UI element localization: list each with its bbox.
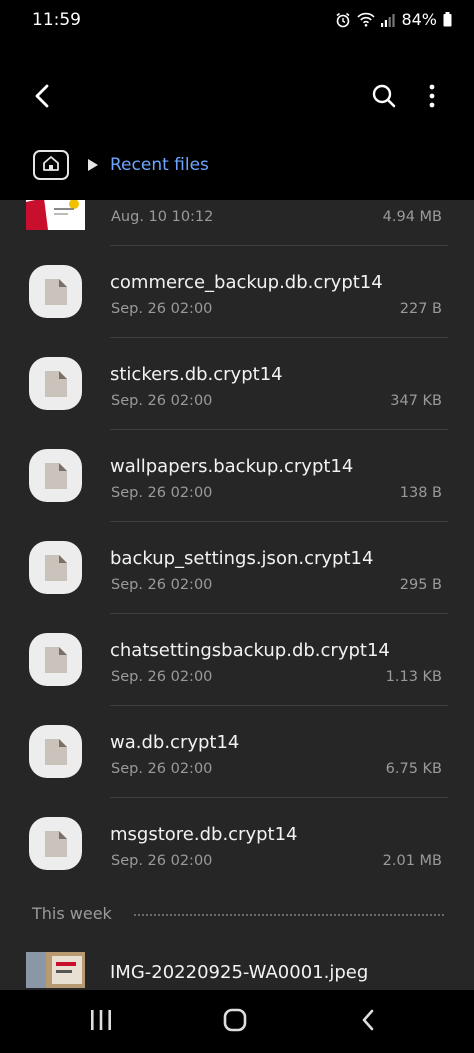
wifi-icon [357, 12, 376, 27]
status-icons: 84% [335, 10, 452, 29]
list-item[interactable]: stickers.db.crypt14 Sep. 26 02:00 347 KB [0, 338, 474, 430]
home-button[interactable] [213, 1002, 257, 1042]
file-date: Sep. 26 02:00 [111, 485, 213, 501]
list-item[interactable]: backup_settings.json.crypt14 Sep. 26 02:… [0, 522, 474, 614]
status-bar: 11:59 84% [0, 0, 474, 44]
more-options-button[interactable] [412, 78, 452, 118]
section-header: This week [0, 900, 474, 930]
file-list[interactable]: Aug. 10 10:12 4.94 MB commerce_backup.db… [0, 200, 474, 990]
file-size: 347 KB [390, 393, 442, 409]
home-circle-icon [223, 1008, 247, 1036]
file-name: commerce_backup.db.crypt14 [110, 272, 383, 293]
file-size: 227 B [399, 301, 442, 317]
section-divider [134, 914, 444, 916]
file-icon [29, 449, 82, 502]
navigation-bar [0, 990, 474, 1053]
more-vert-icon [428, 84, 436, 112]
list-item[interactable]: Aug. 10 10:12 4.94 MB [0, 200, 474, 246]
alarm-icon [335, 12, 351, 28]
file-name: chatsettingsbackup.db.crypt14 [110, 640, 390, 661]
file-date: Sep. 26 02:00 [111, 761, 213, 777]
file-size: 295 B [399, 577, 442, 593]
file-size: 2.01 MB [382, 853, 442, 869]
search-button[interactable] [364, 78, 404, 118]
file-name: wallpapers.backup.crypt14 [110, 456, 354, 477]
list-item[interactable]: wallpapers.backup.crypt14 Sep. 26 02:00 … [0, 430, 474, 522]
list-item[interactable]: msgstore.db.crypt14 Sep. 26 02:00 2.01 M… [0, 798, 474, 890]
file-icon [29, 541, 82, 594]
breadcrumb-arrow-icon [88, 159, 98, 171]
file-icon [29, 633, 82, 686]
file-name: IMG-20220925-WA0001.jpeg [110, 962, 369, 983]
file-name: wa.db.crypt14 [110, 732, 240, 753]
list-item[interactable]: wa.db.crypt14 Sep. 26 02:00 6.75 KB [0, 706, 474, 798]
recents-icon [90, 1010, 112, 1034]
breadcrumb: Recent files [0, 148, 474, 200]
file-name: msgstore.db.crypt14 [110, 824, 298, 845]
file-icon [29, 817, 82, 870]
battery-icon [443, 12, 452, 27]
file-icon [29, 725, 82, 778]
search-icon [371, 83, 397, 113]
back-button[interactable] [22, 78, 62, 118]
signal-icon [381, 13, 396, 27]
file-date: Sep. 26 02:00 [111, 301, 213, 317]
home-icon [42, 155, 60, 175]
image-thumbnail [26, 200, 85, 230]
file-date: Sep. 26 02:00 [111, 577, 213, 593]
file-date: Aug. 10 10:12 [111, 209, 214, 225]
file-size: 1.13 KB [385, 669, 442, 685]
file-name: stickers.db.crypt14 [110, 364, 283, 385]
chevron-left-icon [32, 84, 52, 112]
recents-button[interactable] [79, 1002, 123, 1042]
file-name: backup_settings.json.crypt14 [110, 548, 374, 569]
image-thumbnail [26, 952, 85, 988]
file-date: Sep. 26 02:00 [111, 393, 213, 409]
status-time: 11:59 [32, 10, 81, 30]
file-icon [29, 357, 82, 410]
breadcrumb-current[interactable]: Recent files [110, 155, 209, 175]
system-back-button[interactable] [346, 1002, 390, 1042]
list-item[interactable]: commerce_backup.db.crypt14 Sep. 26 02:00… [0, 246, 474, 338]
app-bar [0, 44, 474, 148]
section-title: This week [32, 904, 112, 923]
breadcrumb-home-button[interactable] [33, 150, 69, 180]
file-size: 6.75 KB [385, 761, 442, 777]
file-size: 4.94 MB [382, 209, 442, 225]
battery-text: 84% [401, 10, 437, 29]
list-item[interactable]: chatsettingsbackup.db.crypt14 Sep. 26 02… [0, 614, 474, 706]
file-icon [29, 265, 82, 318]
file-date: Sep. 26 02:00 [111, 853, 213, 869]
file-date: Sep. 26 02:00 [111, 669, 213, 685]
file-size: 138 B [399, 485, 442, 501]
back-icon [360, 1008, 376, 1036]
